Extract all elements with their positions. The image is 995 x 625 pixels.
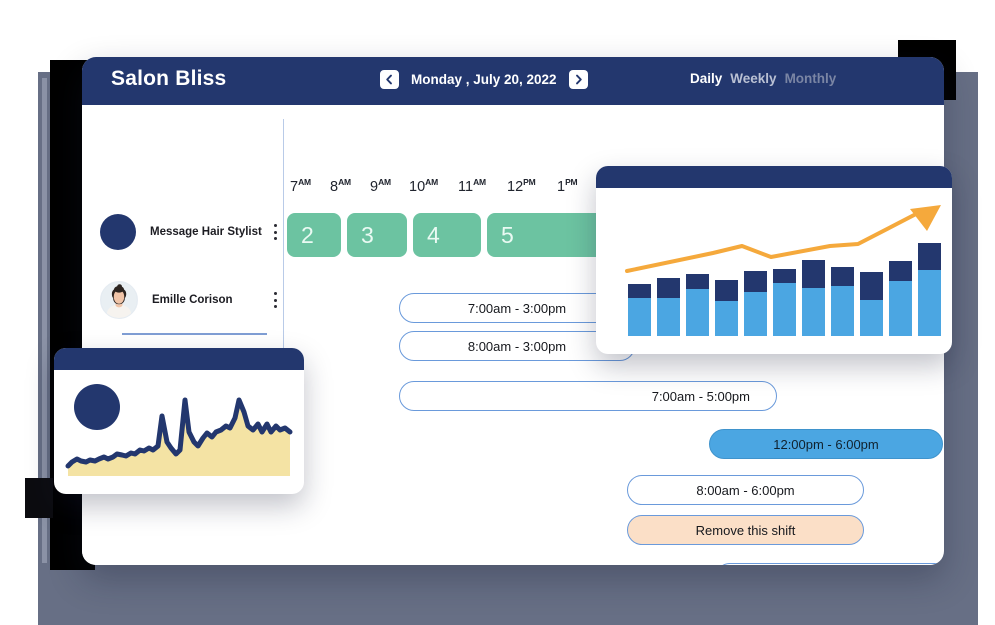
staff-divider <box>122 333 267 335</box>
prev-day-button[interactable] <box>380 70 399 89</box>
navy-circle-badge <box>74 384 120 430</box>
sidebar-item-message-hair-stylist[interactable]: Message Hair Stylist <box>100 212 283 252</box>
shift-pill-3[interactable]: 7:00am - 5:00pm <box>399 381 777 411</box>
staff-sidebar: Message Hair Stylist Emille Corison <box>82 105 283 565</box>
kebab-menu-icon[interactable] <box>273 224 277 240</box>
bar-chart-svg <box>596 188 952 354</box>
remove-shift-button[interactable]: Remove this shift <box>627 515 864 545</box>
tab-daily[interactable]: Daily <box>690 71 722 86</box>
bar-chart-card <box>596 166 952 354</box>
time-tick-1pm: 1PM <box>557 177 577 195</box>
background-shadow-sliver <box>25 478 53 518</box>
time-tick-10am: 10AM <box>409 177 438 195</box>
time-tick-9am: 9AM <box>370 177 391 195</box>
page-title: Salon Bliss <box>111 67 226 91</box>
trend-line <box>627 214 916 271</box>
time-tick-11am: 11AM <box>458 177 486 195</box>
capacity-block-3[interactable]: 3 <box>347 213 407 257</box>
current-date-label: Monday , July 20, 2022 <box>411 72 557 87</box>
area-chart-card <box>54 348 304 494</box>
area-chart-card-header <box>54 348 304 370</box>
sidebar-item-emille-corison[interactable]: Emille Corison <box>100 280 283 320</box>
time-tick-8am: 8AM <box>330 177 351 195</box>
capacity-block-4[interactable]: 4 <box>413 213 481 257</box>
tab-weekly[interactable]: Weekly <box>730 71 776 86</box>
time-tick-12pm: 12PM <box>507 177 536 195</box>
avatar <box>100 281 138 319</box>
staff-name: Message Hair Stylist <box>150 226 262 238</box>
area-chart-canvas <box>54 370 304 494</box>
bar-chart-card-header <box>596 166 952 188</box>
bar-chart-canvas <box>596 188 952 354</box>
view-mode-tabs: Daily Weekly Monthly <box>690 71 836 86</box>
kebab-menu-icon[interactable] <box>273 292 277 308</box>
capacity-block-2[interactable]: 2 <box>287 213 341 257</box>
time-tick-7am: 7AM <box>290 177 311 195</box>
tab-monthly[interactable]: Monthly <box>785 71 837 86</box>
screenshot-root: Salon Bliss Monday , July 20, 2022 Daily… <box>0 0 995 625</box>
shift-pill-5[interactable]: 8:00am - 6:00pm <box>627 475 864 505</box>
trend-arrowhead <box>910 205 941 231</box>
app-header: Salon Bliss Monday , July 20, 2022 Daily… <box>82 57 944 105</box>
staff-name: Emille Corison <box>152 294 233 306</box>
next-day-button[interactable] <box>569 70 588 89</box>
avatar <box>100 214 136 250</box>
bar-group <box>628 243 941 336</box>
shift-pill-6[interactable]: 12:00am - 8:00pm <box>715 563 944 565</box>
date-navigator: Monday , July 20, 2022 <box>380 70 588 89</box>
shift-pill-4[interactable]: 12:00pm - 6:00pm <box>709 429 943 459</box>
